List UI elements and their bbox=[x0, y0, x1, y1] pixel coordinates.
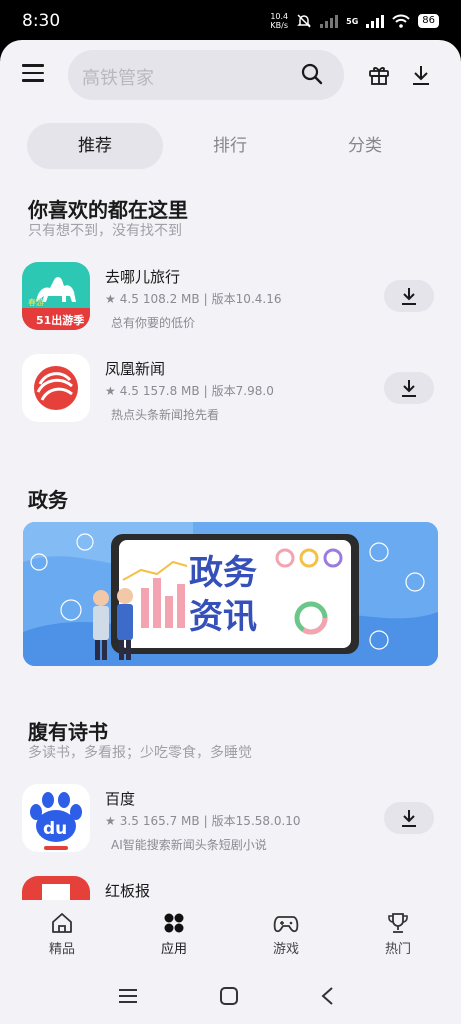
app-name: 去哪儿旅行 bbox=[105, 268, 181, 286]
bottom-nav: 精品 应用 游戏 热门 bbox=[0, 900, 461, 970]
section-title-gov: 政务 bbox=[28, 488, 68, 512]
nav-hot[interactable]: 热门 bbox=[358, 912, 438, 957]
tab-ranking[interactable]: 排行 bbox=[162, 123, 298, 169]
nav-apps[interactable]: 应用 bbox=[134, 912, 214, 957]
nav-label: 应用 bbox=[160, 942, 187, 957]
meta-divider: | bbox=[203, 813, 208, 828]
tab-category[interactable]: 分类 bbox=[297, 123, 433, 169]
app-description: AI智能搜索新闻头条短剧小说 bbox=[111, 838, 267, 852]
meta-divider: | bbox=[203, 383, 208, 398]
star-icon: ★ bbox=[105, 383, 116, 398]
section-title-favorites: 你喜欢的都在这里 bbox=[28, 198, 188, 222]
net-speed: 10.4 KB/s bbox=[270, 12, 288, 30]
app-item-ifeng[interactable]: 凤凰新闻 ★ 4.5 157.8 MB | 版本7.98.0 热点头条新闻抢先看 bbox=[22, 354, 442, 426]
app-size: 157.8 MB bbox=[142, 383, 200, 398]
meta-divider: | bbox=[203, 291, 208, 306]
status-time: 8:30 bbox=[22, 11, 61, 31]
search-bar[interactable]: 高铁管家 bbox=[68, 50, 344, 100]
app-description: 热点头条新闻抢先看 bbox=[111, 408, 220, 422]
download-button[interactable] bbox=[384, 372, 434, 404]
menu-icon[interactable] bbox=[22, 64, 44, 82]
gov-news-banner[interactable]: 政务 资讯 bbox=[23, 522, 438, 666]
app-size: 165.7 MB bbox=[142, 813, 200, 828]
app-size: 108.2 MB bbox=[142, 291, 200, 306]
tab-recommend[interactable]: 推荐 bbox=[27, 123, 163, 169]
home-button-icon[interactable] bbox=[219, 986, 239, 1006]
star-icon: ★ bbox=[105, 813, 116, 828]
home-icon bbox=[52, 913, 72, 933]
net-speed-value: 10.4 bbox=[270, 12, 289, 21]
status-icons: 10.4 KB/s 5G 86 bbox=[270, 12, 439, 30]
download-icon bbox=[402, 810, 416, 827]
qunar-app-icon[interactable]: 春游 51出游季 bbox=[22, 262, 90, 330]
app-meta: ★ 4.5 157.8 MB | 版本7.98.0 bbox=[105, 382, 274, 399]
qunar-icon-text: 51出游季 bbox=[36, 313, 85, 327]
ifeng-app-icon[interactable] bbox=[22, 354, 90, 422]
download-button[interactable] bbox=[384, 280, 434, 312]
banner-text-line2: 资讯 bbox=[189, 597, 257, 637]
nav-label: 游戏 bbox=[272, 942, 299, 957]
app-meta: ★ 3.5 165.7 MB | 版本15.58.0.10 bbox=[105, 812, 301, 829]
app-item-hongbanbao[interactable]: 红板报 bbox=[22, 876, 442, 902]
app-store-screen: 高铁管家 推荐 排行 分类 你喜欢的都在这里 只有想不到，没有找不到 春游 51… bbox=[0, 40, 461, 1024]
gift-icon[interactable] bbox=[367, 63, 391, 87]
wifi-icon bbox=[392, 14, 410, 28]
network-type: 5G bbox=[346, 16, 359, 26]
baidu-icon-text: du bbox=[43, 819, 67, 839]
section-title-books: 腹有诗书 bbox=[28, 720, 108, 744]
app-name: 百度 bbox=[105, 790, 136, 808]
nav-label: 热门 bbox=[384, 942, 411, 957]
signal-icon bbox=[366, 15, 385, 28]
app-rating: 4.5 bbox=[119, 291, 139, 306]
star-icon: ★ bbox=[105, 291, 116, 306]
app-name: 凤凰新闻 bbox=[105, 360, 166, 378]
net-speed-unit: KB/s bbox=[270, 21, 289, 30]
trophy-icon bbox=[388, 913, 408, 933]
status-bar: 8:30 10.4 KB/s 5G 86 bbox=[0, 0, 461, 40]
gamepad-icon bbox=[273, 916, 299, 933]
top-bar: 高铁管家 bbox=[0, 50, 461, 102]
mute-bell-icon bbox=[297, 14, 311, 28]
section-subtitle-books: 多读书，多看报；少吃零食，多睡觉 bbox=[28, 745, 252, 761]
apps-grid-icon bbox=[164, 913, 184, 933]
signal-weak-icon bbox=[320, 15, 339, 28]
download-icon bbox=[402, 380, 416, 397]
app-meta: ★ 4.5 108.2 MB | 版本10.4.16 bbox=[105, 290, 281, 307]
hongbanbao-app-icon[interactable] bbox=[22, 876, 90, 902]
battery-indicator: 86 bbox=[418, 14, 439, 28]
category-tabs: 推荐 排行 分类 bbox=[27, 123, 437, 169]
download-button[interactable] bbox=[384, 802, 434, 834]
banner-text-line1: 政务 bbox=[189, 553, 257, 593]
baidu-app-icon[interactable]: du bbox=[22, 784, 90, 852]
recent-apps-icon[interactable] bbox=[118, 988, 138, 1004]
section-subtitle-favorites: 只有想不到，没有找不到 bbox=[28, 223, 182, 239]
app-item-qunar[interactable]: 春游 51出游季 去哪儿旅行 ★ 4.5 108.2 MB | 版本10.4.1… bbox=[22, 262, 442, 334]
back-icon[interactable] bbox=[320, 986, 334, 1006]
app-rating: 4.5 bbox=[119, 383, 139, 398]
app-description: 总有你要的低价 bbox=[111, 316, 196, 330]
app-version: 版本10.4.16 bbox=[211, 292, 282, 306]
app-name: 红板报 bbox=[105, 882, 151, 900]
nav-featured[interactable]: 精品 bbox=[22, 912, 102, 957]
download-icon bbox=[402, 288, 416, 305]
app-rating: 3.5 bbox=[119, 813, 139, 828]
app-version: 版本7.98.0 bbox=[211, 384, 274, 398]
search-placeholder: 高铁管家 bbox=[82, 68, 154, 89]
nav-label: 精品 bbox=[48, 942, 75, 957]
download-manager-icon[interactable] bbox=[410, 63, 432, 87]
app-version: 版本15.58.0.10 bbox=[211, 814, 301, 828]
app-item-baidu[interactable]: du 百度 ★ 3.5 165.7 MB | 版本15.58.0.10 AI智能… bbox=[22, 784, 442, 856]
nav-games[interactable]: 游戏 bbox=[246, 912, 326, 957]
search-icon[interactable] bbox=[300, 62, 324, 86]
qunar-icon-top-text: 春游 bbox=[28, 297, 44, 307]
system-navigation-bar bbox=[0, 970, 461, 1024]
